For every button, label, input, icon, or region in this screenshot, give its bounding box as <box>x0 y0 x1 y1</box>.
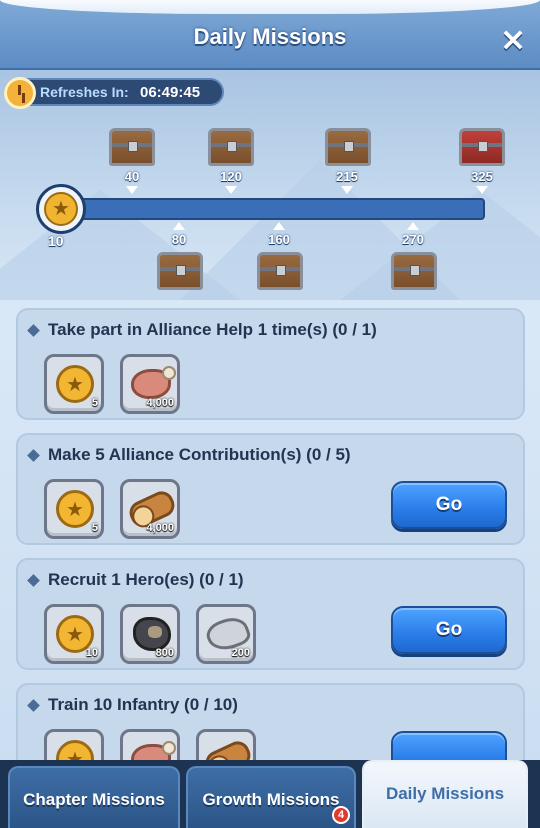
milestone-marker-icon <box>407 222 419 230</box>
refresh-timer: Refreshes In: 06:49:45 <box>4 77 224 109</box>
milestone-marker-icon <box>273 222 285 230</box>
reward-quantity: 4,000 <box>146 397 174 409</box>
snow-decoration <box>0 0 540 14</box>
mission-title: Recruit 1 Hero(es) (0 / 1) <box>48 570 244 589</box>
reward-item[interactable]: 4,000 <box>120 479 180 539</box>
coal-icon <box>133 617 171 651</box>
reward-quantity: 5 <box>91 397 98 409</box>
chest-icon[interactable] <box>109 128 155 166</box>
star-coin-icon: ★ <box>56 490 94 528</box>
milestone-label: 215 <box>336 169 358 184</box>
milestone-marker-icon <box>126 186 138 194</box>
bullet-icon <box>27 324 40 337</box>
page-title: Daily Missions <box>193 24 347 49</box>
mission-card: Recruit 1 Hero(es) (0 / 1) ★ 10 800 200 … <box>16 558 525 670</box>
reward-item[interactable]: 200 <box>196 604 256 664</box>
reward-quantity: 10 <box>85 647 98 659</box>
mission-card: Take part in Alliance Help 1 time(s) (0 … <box>16 308 525 420</box>
go-button[interactable]: Go <box>391 481 507 529</box>
notification-badge: 4 <box>332 806 350 824</box>
reward-quantity: 200 <box>231 647 250 659</box>
current-points: 10 <box>48 233 64 249</box>
milestone-marker-icon <box>476 186 488 194</box>
milestone-label: 270 <box>402 232 424 247</box>
reward-item[interactable]: ★ 10 <box>44 604 104 664</box>
mission-card: Make 5 Alliance Contribution(s) (0 / 5) … <box>16 433 525 545</box>
reward-item[interactable]: 800 <box>120 604 180 664</box>
go-button[interactable]: Go <box>391 606 507 654</box>
chest-icon[interactable] <box>208 128 254 166</box>
chest-icon[interactable] <box>459 128 505 166</box>
reward-item[interactable]: 4,000 <box>120 354 180 414</box>
chest-icon[interactable] <box>325 128 371 166</box>
chest-icon[interactable] <box>257 252 303 290</box>
tab-growth-missions[interactable]: Growth Missions <box>186 766 356 828</box>
bullet-icon <box>27 574 40 587</box>
bullet-icon <box>27 449 40 462</box>
mission-title: Take part in Alliance Help 1 time(s) (0 … <box>48 320 377 339</box>
reward-quantity: 800 <box>155 647 174 659</box>
mission-title: Make 5 Alliance Contribution(s) (0 / 5) <box>48 445 351 464</box>
milestone-marker-icon <box>225 186 237 194</box>
milestone-label: 160 <box>268 232 290 247</box>
milestone-label: 80 <box>171 232 187 247</box>
chest-icon[interactable] <box>157 252 203 290</box>
reward-quantity: 4,000 <box>146 522 174 534</box>
milestone-label: 325 <box>471 169 493 184</box>
refresh-label: Refreshes In: <box>40 84 129 100</box>
progress-area: Refreshes In: 06:49:45 40 120 215 325 ★ … <box>0 70 540 300</box>
activity-points-icon: ★ <box>36 184 86 234</box>
milestone-label: 40 <box>124 169 140 184</box>
refresh-time: 06:49:45 <box>140 84 201 101</box>
milestone-marker-icon <box>341 186 353 194</box>
chest-icon[interactable] <box>391 252 437 290</box>
milestone-label: 120 <box>220 169 242 184</box>
meat-icon <box>131 366 176 399</box>
clock-icon <box>4 77 36 109</box>
star-coin-icon: ★ <box>56 365 94 403</box>
close-icon[interactable]: × <box>498 23 528 55</box>
bullet-icon <box>27 699 40 712</box>
reward-item[interactable]: ★ 5 <box>44 354 104 414</box>
header-bar: Daily Missions × <box>0 0 540 70</box>
tab-daily-missions[interactable]: Daily Missions <box>362 760 528 828</box>
reward-quantity: 5 <box>91 522 98 534</box>
reward-item[interactable]: ★ 5 <box>44 479 104 539</box>
milestone-marker-icon <box>173 222 185 230</box>
daily-missions-panel: Daily Missions × Refreshes In: 06:49:45 … <box>0 0 540 828</box>
progress-bar <box>60 198 485 220</box>
tab-chapter-missions[interactable]: Chapter Missions <box>8 766 180 828</box>
mission-title: Train 10 Infantry (0 / 10) <box>48 695 238 714</box>
mission-tabs: Chapter Missions Growth Missions Daily M… <box>0 760 540 828</box>
